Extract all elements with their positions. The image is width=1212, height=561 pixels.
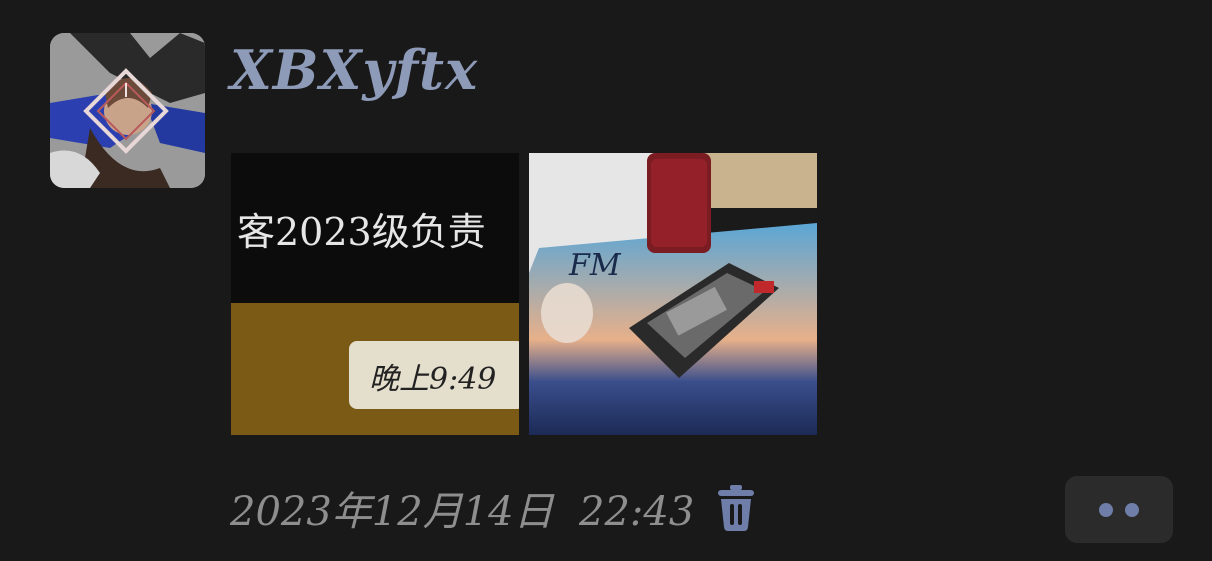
photo-1-caption: 客2023级负责	[237, 210, 486, 254]
post-meta: 2023年12月14日 22:43	[230, 478, 756, 538]
avatar[interactable]	[50, 33, 205, 188]
more-button[interactable]	[1065, 476, 1173, 543]
photo-2[interactable]: FM	[529, 153, 817, 435]
photo-1-image: 客2023级负责 晚上9:49	[231, 153, 519, 435]
username[interactable]: XBXyftx	[230, 38, 478, 102]
avatar-image	[50, 33, 205, 188]
moment-post: XBXyftx 客2023级负责 晚上9:49 FM 2023年12月14日 2…	[0, 0, 1212, 561]
photo-2-image: FM	[529, 153, 817, 435]
post-timestamp: 2023年12月14日 22:43	[230, 489, 695, 535]
delete-button[interactable]	[716, 484, 756, 532]
trash-icon	[718, 485, 755, 531]
photo-1[interactable]: 客2023级负责 晚上9:49	[231, 153, 519, 435]
photo-2-logo: FM	[568, 248, 622, 283]
more-dots-icon	[1125, 502, 1139, 517]
more-dots-icon	[1099, 502, 1113, 517]
photo-1-time-badge: 晚上9:49	[369, 362, 496, 397]
